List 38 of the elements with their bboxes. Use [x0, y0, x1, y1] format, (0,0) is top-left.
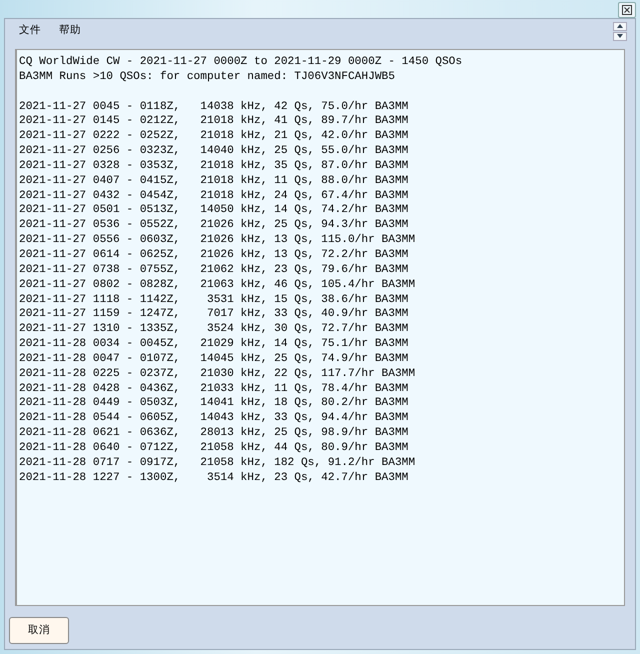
report-line: 2021-11-28 0428 - 0436Z, 21033 kHz, 11 Qs, 78.4/hr BA3MM — [19, 382, 408, 396]
close-icon — [622, 5, 632, 15]
report-line: 2021-11-27 1310 - 1335Z, 3524 kHz, 30 Qs, 72.7/hr BA3MM — [19, 322, 408, 338]
report-text-area[interactable] — [15, 49, 625, 606]
report-line: 2021-11-27 0407 - 0415Z, 21018 kHz, 11 Qs, 88.0/hr BA3MM — [19, 174, 408, 189]
report-line: 2021-11-27 0536 - 0552Z, 21026 kHz, 25 Qs, 94.3/hr BA3MM — [19, 218, 408, 234]
report-line: 2021-11-27 0614 - 0625Z, 21026 kHz, 13 Qs, 72.2/hr BA3MM — [19, 248, 408, 263]
up-arrow-icon — [617, 24, 623, 28]
close-button[interactable] — [618, 2, 636, 18]
report-line: 2021-11-27 1118 - 1142Z, 3531 kHz, 15 Qs, 38.6/hr BA3MM — [19, 292, 408, 308]
scroll-down-button[interactable] — [613, 32, 627, 40]
report-line: 2021-11-27 0432 - 0454Z, 21018 kHz, 24 Qs, 67.4/hr BA3MM — [19, 188, 408, 204]
down-arrow-icon — [617, 34, 623, 38]
report-line: 2021-11-27 0222 - 0252Z, 21018 kHz, 21 Qs, 42.0/hr BA3MM — [19, 129, 408, 144]
report-line: 2021-11-27 0256 - 0323Z, 14040 kHz, 25 Qs, 55.0/hr BA3MM — [19, 144, 408, 159]
report-line: BA3MM Runs >10 QSOs: for computer named: TJ06V3NFCAHJWB5 — [19, 70, 395, 85]
report-line: 2021-11-28 0640 - 0712Z, 21058 kHz, 44 Qs, 80.9/hr BA3MM — [19, 440, 408, 456]
report-line: 2021-11-28 0034 - 0045Z, 21029 kHz, 14 Qs, 75.1/hr BA3MM — [19, 337, 408, 352]
report-line: 2021-11-27 0328 - 0353Z, 21018 kHz, 35 Qs, 87.0/hr BA3MM — [19, 158, 408, 174]
report-line: 2021-11-28 0449 - 0503Z, 14041 kHz, 18 Qs, 80.2/hr BA3MM — [19, 396, 408, 412]
cancel-button[interactable]: 取消 — [9, 617, 69, 644]
report-line: 2021-11-28 0717 - 0917Z, 21058 kHz, 182 Qs, 91.2/hr BA3MM — [19, 456, 416, 471]
report-line: CQ WorldWide CW - 2021-11-27 0000Z to 2021-11-29 0000Z - 1450 QSOs — [19, 55, 462, 70]
report-line: 2021-11-27 0045 - 0118Z, 14038 kHz, 42 Qs, 75.0/hr BA3MM — [19, 100, 408, 114]
report-line: 2021-11-28 0621 - 0636Z, 28013 kHz, 25 Qs, 98.9/hr BA3MM — [19, 426, 408, 441]
report-line: 2021-11-27 0145 - 0212Z, 21018 kHz, 41 Qs, 89.7/hr BA3MM — [19, 114, 408, 130]
menu-item[interactable]: 帮助 — [53, 21, 87, 41]
report-line: 2021-11-28 0544 - 0605Z, 14043 kHz, 33 Qs, 94.4/hr BA3MM — [19, 411, 408, 426]
scroll-up-button[interactable] — [613, 22, 627, 30]
menu-item[interactable]: 文件 — [13, 21, 47, 41]
report-line: 2021-11-27 0802 - 0828Z, 21063 kHz, 46 Qs, 105.4/hr BA3MM — [19, 278, 416, 292]
report-line: 2021-11-27 0501 - 0513Z, 14050 kHz, 14 Qs, 74.2/hr BA3MM — [19, 203, 408, 218]
report-line: 2021-11-27 1159 - 1247Z, 7017 kHz, 33 Qs, 40.9/hr BA3MM — [19, 307, 408, 322]
report-line: 2021-11-28 1227 - 1300Z, 3514 kHz, 23 Qs, 42.7/hr BA3MM — [19, 470, 408, 486]
report-line: 2021-11-27 0556 - 0603Z, 21026 kHz, 13 Qs, 115.0/hr BA3MM — [19, 233, 416, 248]
report-line: 2021-11-28 0225 - 0237Z, 21030 kHz, 22 Qs, 117.7/hr BA3MM — [19, 366, 416, 382]
report-line: 2021-11-28 0047 - 0107Z, 14045 kHz, 25 Qs, 74.9/hr BA3MM — [19, 352, 408, 367]
report-line: 2021-11-27 0738 - 0755Z, 21062 kHz, 23 Qs, 79.6/hr BA3MM — [19, 262, 408, 278]
